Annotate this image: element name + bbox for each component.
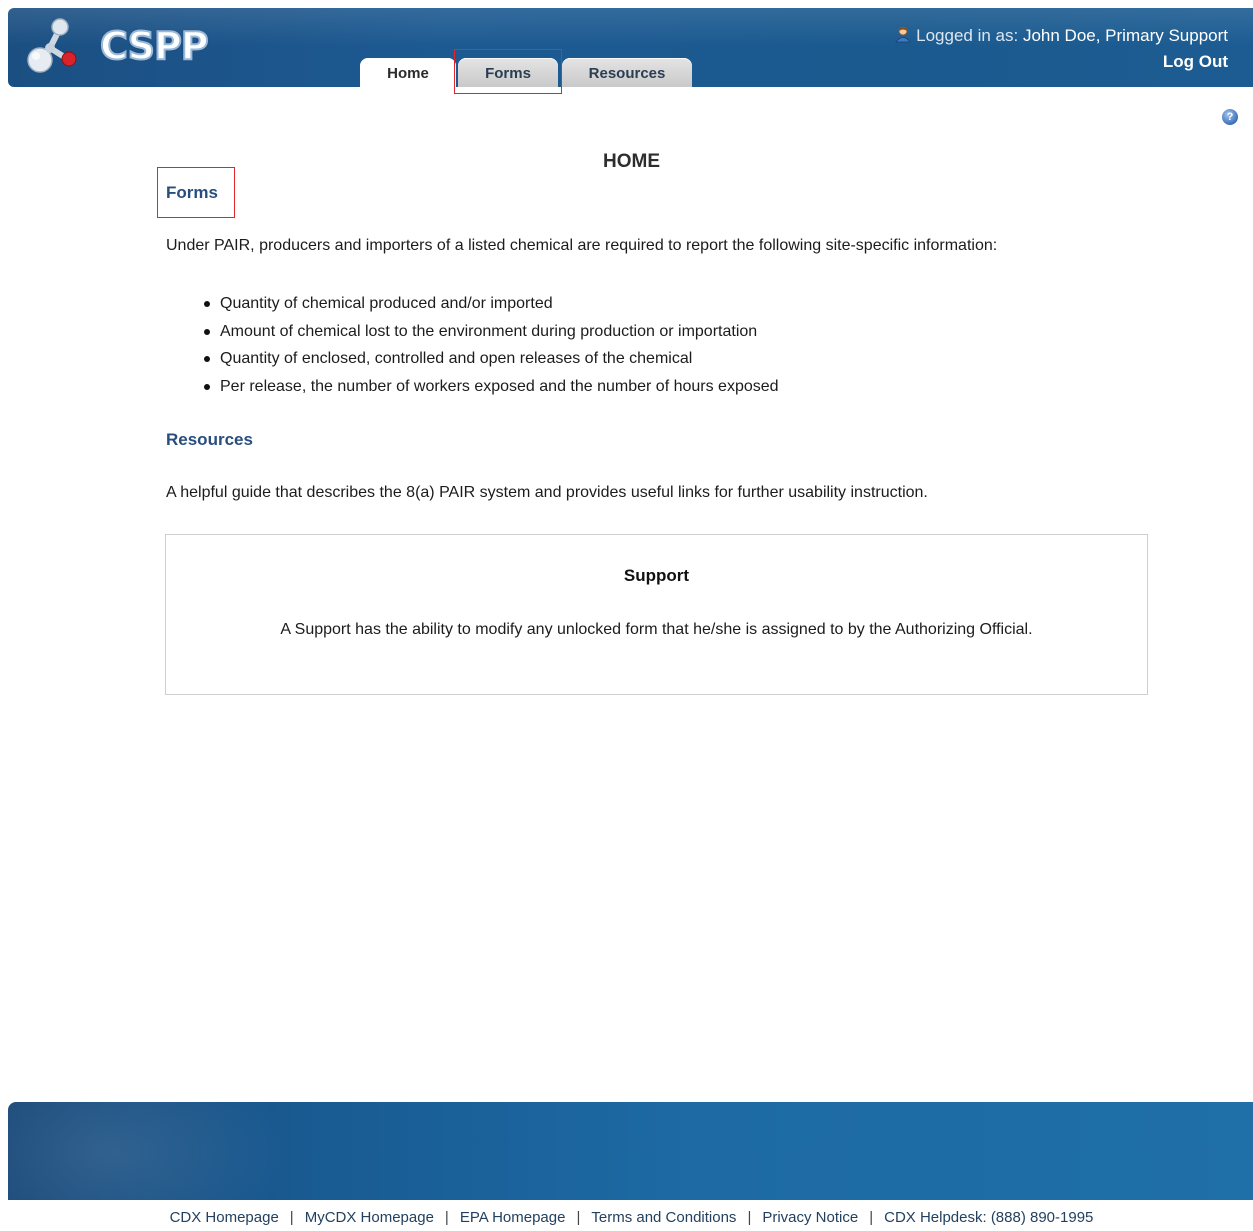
logged-in-label: Logged in as:: [916, 26, 1019, 45]
cspp-logo[interactable]: CSPP: [26, 14, 216, 76]
logged-in-info: Logged in as: John Doe, Primary Support: [894, 26, 1228, 46]
resources-text: A helpful guide that describes the 8(a) …: [166, 484, 928, 501]
support-role-box: Support A Support has the ability to mod…: [165, 534, 1148, 695]
forms-heading-highlight: [157, 167, 235, 218]
user-name: John Doe, Primary Support: [1022, 26, 1228, 45]
tab-home[interactable]: Home: [360, 58, 456, 88]
tab-resources[interactable]: Resources: [562, 58, 692, 87]
footer-separator: |: [869, 1209, 874, 1226]
list-item: Amount of chemical lost to the environme…: [201, 318, 779, 346]
forms-tab-highlight: [454, 49, 562, 94]
footer-link-helpdesk[interactable]: CDX Helpdesk: (888) 890-1995: [884, 1209, 1093, 1226]
footer-link-privacy[interactable]: Privacy Notice: [762, 1209, 858, 1226]
support-title: Support: [623, 566, 690, 585]
footer-separator: |: [289, 1209, 294, 1226]
list-item: Quantity of chemical produced and/or imp…: [201, 290, 779, 318]
support-description: A Support has the ability to modify any …: [280, 621, 1033, 638]
logo-text: CSPP: [99, 23, 210, 69]
footer-separator: |: [747, 1209, 752, 1226]
forms-intro-text: Under PAIR, producers and importers of a…: [166, 237, 998, 254]
footer-links: CDX Homepage | MyCDX Homepage | EPA Homepage…: [0, 1209, 1253, 1226]
footer-separator: |: [444, 1209, 449, 1226]
footer-link-cdx-homepage[interactable]: CDX Homepage: [170, 1209, 279, 1226]
footer-link-epa-homepage[interactable]: EPA Homepage: [460, 1209, 566, 1226]
molecule-logo-icon: [27, 18, 77, 73]
user-icon: [895, 26, 911, 43]
footer-link-mycdx-homepage[interactable]: MyCDX Homepage: [305, 1209, 434, 1226]
list-item: Quantity of enclosed, controlled and ope…: [201, 345, 779, 373]
footer-separator: |: [576, 1209, 581, 1226]
forms-requirements-list: Quantity of chemical produced and/or imp…: [201, 290, 779, 401]
footer-link-terms[interactable]: Terms and Conditions: [591, 1209, 736, 1226]
footer-band: [8, 1102, 1253, 1200]
list-item: Per release, the number of workers expos…: [201, 373, 779, 401]
logout-link[interactable]: Log Out: [1163, 52, 1228, 72]
help-icon[interactable]: ?: [1222, 109, 1238, 125]
resources-heading: Resources: [166, 430, 253, 449]
